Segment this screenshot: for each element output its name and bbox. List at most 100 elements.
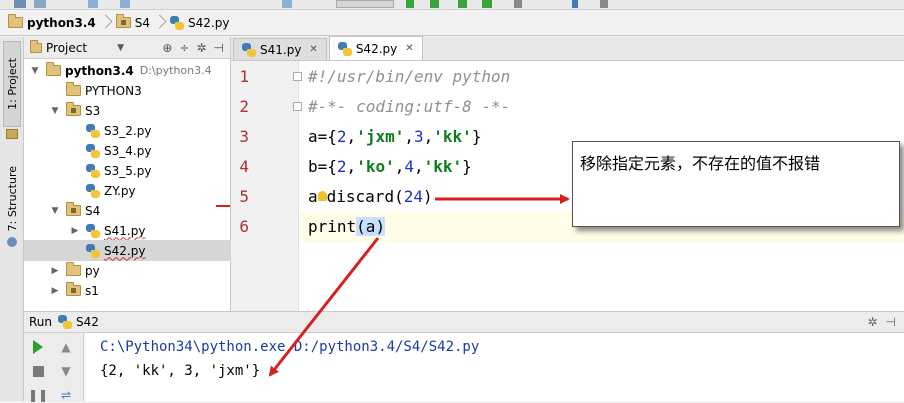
project-tool-tab[interactable]: 1: Project: [3, 41, 21, 127]
code-token: ,: [346, 126, 357, 146]
python-file-icon: [86, 243, 100, 258]
breadcrumb-file-label: S42.py: [188, 15, 230, 30]
tab-label: S41.py: [260, 42, 302, 57]
run-config-dropdown[interactable]: [336, 0, 394, 8]
tree-item-label: py: [85, 263, 100, 278]
gear-icon[interactable]: ✲: [196, 41, 206, 55]
tab-s42[interactable]: S42.py ✕: [328, 36, 423, 60]
tree-item-label: S41.py: [104, 223, 146, 238]
intention-bulb-icon[interactable]: [317, 191, 327, 201]
tree-item[interactable]: S3_2.py: [24, 120, 231, 141]
code-token: ,: [423, 126, 434, 146]
tree-item-label: S3_4.py: [104, 143, 152, 158]
code-token: ,: [414, 156, 424, 176]
toolbar-profile-icon[interactable]: [482, 0, 492, 8]
code-line-6: print (a): [308, 211, 386, 241]
python-file-icon: [86, 123, 100, 138]
scroll-down-icon[interactable]: ▼: [58, 363, 74, 379]
collapsed-arrow-icon[interactable]: ▶: [50, 266, 60, 276]
toolbar-stop-icon[interactable]: [514, 0, 522, 8]
stop-icon: [32, 365, 44, 377]
tree-item[interactable]: PYTHON3: [24, 80, 231, 101]
structure-tool-tab[interactable]: 7: Structure: [3, 161, 21, 237]
expanded-arrow-icon[interactable]: ▼: [50, 206, 60, 216]
python-file-icon: [86, 163, 100, 178]
tool-window-strip: 1: Project 7: Structure: [0, 37, 24, 401]
breadcrumb-project[interactable]: python3.4: [6, 13, 100, 33]
stop-button[interactable]: [30, 363, 46, 379]
line-number: 4: [239, 157, 249, 176]
tab-s41[interactable]: S41.py ✕: [233, 38, 327, 60]
expanded-arrow-icon[interactable]: ▼: [30, 66, 40, 76]
toolbar-debug-icon[interactable]: [430, 0, 439, 8]
code-token: print: [308, 216, 357, 236]
tree-item[interactable]: ▼ S4: [24, 200, 231, 221]
close-icon[interactable]: ✕: [309, 44, 317, 55]
project-view-selector[interactable]: Project: [46, 41, 87, 55]
toolbar-coverage-icon[interactable]: [458, 0, 467, 8]
play-icon: [33, 340, 43, 354]
breadcrumb-separator-icon: [154, 13, 164, 33]
toolbar-back-icon[interactable]: [88, 0, 98, 8]
code-token: }: [471, 126, 482, 146]
run-console[interactable]: C:\Python34\python.exe D:/python3.4/S4/S…: [85, 333, 904, 401]
collapsed-arrow-icon[interactable]: ▶: [70, 226, 80, 236]
breadcrumb: python3.4 S4 S42.py: [0, 10, 904, 36]
scroll-from-source-icon[interactable]: ⊕: [162, 41, 172, 55]
tree-item[interactable]: ZY.py: [24, 180, 231, 201]
code-line-3: a={2,'jxm', 3,'kk'}: [308, 121, 481, 151]
tree-item[interactable]: ▶ s1: [24, 280, 231, 301]
scroll-up-icon[interactable]: ▲: [58, 339, 74, 355]
tree-item[interactable]: ▶ S41.py: [24, 220, 231, 241]
tree-item[interactable]: ▶ py: [24, 260, 231, 281]
line-number-gutter[interactable]: 1 2 3 4 5 6: [231, 61, 302, 311]
project-tool-tab-label: 1: Project: [5, 58, 19, 110]
tree-item-label: S4: [85, 203, 101, 218]
run-panel-header: Run S42 ✲ ⊣: [24, 311, 904, 333]
hide-panel-icon[interactable]: ⊣: [886, 315, 896, 329]
hide-panel-icon[interactable]: ⊣: [214, 41, 224, 55]
code-string: 'ko': [356, 156, 395, 176]
toolbar-vcs-icon[interactable]: [572, 0, 578, 8]
tree-item[interactable]: S42.py: [24, 240, 231, 261]
code-string: 'jxm': [356, 126, 405, 146]
tree-item-label: S3: [85, 103, 101, 118]
collapse-all-icon[interactable]: ÷: [179, 41, 189, 55]
project-view-icon: [30, 39, 42, 53]
tree-item-label: S3_2.py: [104, 123, 152, 138]
console-output-line: {2, 'kk', 3, 'jxm'}: [100, 363, 261, 379]
toolbar-run-icon[interactable]: [406, 0, 414, 8]
tree-item-label: PYTHON3: [85, 83, 142, 98]
toolbar-forward-icon[interactable]: [120, 0, 130, 8]
tree-item-label: s1: [85, 283, 99, 298]
tree-item-label: ZY.py: [104, 183, 136, 198]
toolbar-save-icon[interactable]: [14, 0, 26, 8]
tree-item[interactable]: ▼ S3: [24, 100, 231, 121]
structure-tab-icon: [7, 237, 17, 247]
breadcrumb-folder[interactable]: S4: [114, 13, 154, 33]
tree-item[interactable]: S3_5.py: [24, 160, 231, 181]
collapsed-arrow-icon[interactable]: ▶: [50, 286, 60, 296]
line-number: 3: [239, 127, 249, 146]
code-token: a: [308, 186, 318, 206]
gear-icon[interactable]: ✲: [867, 315, 877, 329]
toolbar-nav-icon[interactable]: [282, 0, 292, 8]
package-icon: [115, 14, 131, 28]
project-tab-icon: [6, 129, 18, 139]
expanded-arrow-icon[interactable]: ▼: [50, 106, 60, 116]
tree-item[interactable]: S3_4.py: [24, 140, 231, 161]
folder-icon: [66, 262, 81, 276]
project-path-hint: D:\python3.4: [139, 64, 212, 77]
coding-comment: #-*- coding:utf-8 -*-: [308, 96, 511, 116]
close-icon[interactable]: ✕: [405, 43, 413, 54]
code-token: discard(: [326, 186, 404, 206]
tree-item[interactable]: ▼ python3.4 D:\python3.4: [24, 60, 231, 81]
toolbar-help-icon[interactable]: [600, 0, 608, 8]
breadcrumb-file[interactable]: S42.py: [168, 13, 233, 33]
chevron-down-icon[interactable]: ▼: [117, 43, 124, 53]
code-string: 'kk': [423, 156, 463, 176]
rerun-button[interactable]: [30, 339, 46, 355]
toolbar-sync-icon[interactable]: [34, 0, 46, 8]
